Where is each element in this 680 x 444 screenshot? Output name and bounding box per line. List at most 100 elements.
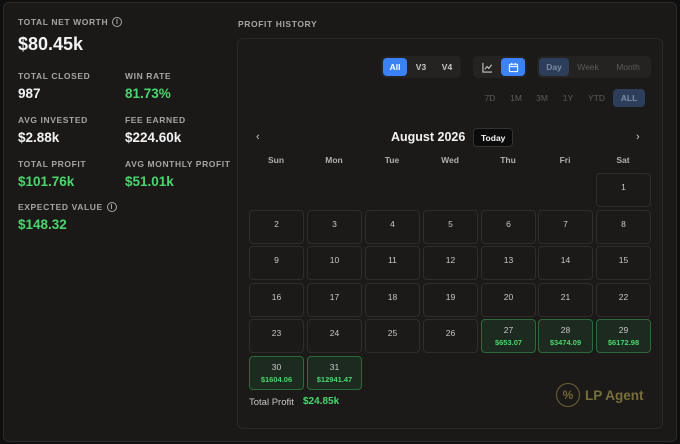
calendar-day[interactable]: 20 <box>481 283 536 317</box>
granularity-day[interactable]: Day <box>539 58 569 76</box>
next-month-icon[interactable]: › <box>636 131 640 143</box>
range-ytd[interactable]: YTD <box>582 89 611 107</box>
info-icon[interactable]: i <box>106 202 117 212</box>
day-number: 2 <box>274 219 279 229</box>
avg-invested-label: AVG INVESTED <box>18 115 88 125</box>
range-1m[interactable]: 1M <box>504 89 528 107</box>
calendar-day[interactable]: 6 <box>481 210 536 244</box>
granularity-month[interactable]: Month <box>607 58 649 76</box>
calendar-day[interactable]: 18 <box>365 283 420 317</box>
day-number: 8 <box>621 219 626 229</box>
calendar-day[interactable]: 25 <box>365 319 420 353</box>
calendar-day[interactable]: 7 <box>538 210 593 244</box>
calendar-day[interactable]: 5 <box>423 210 478 244</box>
calendar-day[interactable]: 10 <box>307 246 362 280</box>
calendar-day[interactable]: 3 <box>307 210 362 244</box>
calendar-day[interactable]: 1 <box>596 173 651 207</box>
total-profit-value: $101.76k <box>18 174 75 189</box>
day-number: 28 <box>560 325 571 335</box>
net-worth-label: TOTAL NET WORTH i <box>18 17 123 27</box>
filter-v3[interactable]: V3 <box>409 58 433 76</box>
day-number: 7 <box>563 219 568 229</box>
calendar-day[interactable]: 26 <box>423 319 478 353</box>
calendar-day[interactable]: 31 $12941.47 <box>307 356 362 390</box>
day-number: 23 <box>271 328 282 338</box>
total-closed-label: TOTAL CLOSED <box>18 71 91 81</box>
granularity-filter: Day Week Month <box>537 56 651 78</box>
calendar-day[interactable]: 24 <box>307 319 362 353</box>
day-number: 9 <box>274 255 279 265</box>
filter-v4[interactable]: V4 <box>435 58 459 76</box>
calendar-day[interactable]: 30 $1604.06 <box>249 356 304 390</box>
net-worth-value: $80.45k <box>18 34 84 54</box>
calendar-header: ‹ August 2026 Today › <box>248 128 652 148</box>
day-number: 3 <box>332 219 337 229</box>
day-number: 27 <box>503 325 514 335</box>
weekday-4: Thu <box>500 155 516 165</box>
calendar-day[interactable]: 19 <box>423 283 478 317</box>
chart-line-icon[interactable] <box>475 58 499 76</box>
calendar-day[interactable]: 12 <box>423 246 478 280</box>
calendar-day[interactable]: 22 <box>596 283 651 317</box>
total-profit-label: TOTAL PROFIT <box>18 159 87 169</box>
day-number: 31 <box>329 362 340 372</box>
version-filter: All V3 V4 <box>381 56 461 78</box>
range-3m[interactable]: 3M <box>530 89 554 107</box>
day-profit: $12941.47 <box>316 375 353 384</box>
weekday-0: Sun <box>267 155 285 165</box>
profit-history-title: PROFIT HISTORY <box>238 19 318 29</box>
calendar-day[interactable]: 29 $6172.98 <box>596 319 651 353</box>
brand-name: LP Agent <box>585 387 644 403</box>
brand-logo: % LP Agent <box>556 383 644 407</box>
calendar-icon[interactable] <box>501 58 525 76</box>
total-profit-footer-label: Total Profit <box>249 397 294 408</box>
range-1y[interactable]: 1Y <box>556 89 580 107</box>
day-number: 25 <box>387 328 398 338</box>
day-number: 29 <box>618 325 629 335</box>
calendar-day[interactable]: 17 <box>307 283 362 317</box>
filter-all[interactable]: All <box>383 58 407 76</box>
day-number: 12 <box>445 255 456 265</box>
range-all[interactable]: ALL <box>613 89 645 107</box>
calendar-day[interactable]: 9 <box>249 246 304 280</box>
expected-value-label: EXPECTED VALUE i <box>18 202 117 212</box>
calendar-day[interactable]: 11 <box>365 246 420 280</box>
prev-month-icon[interactable]: ‹ <box>256 131 260 143</box>
percent-icon: % <box>556 383 580 407</box>
calendar-day[interactable]: 4 <box>365 210 420 244</box>
calendar-day[interactable]: 27 $653.07 <box>481 319 536 353</box>
calendar-day[interactable]: 14 <box>538 246 593 280</box>
calendar-day[interactable]: 15 <box>596 246 651 280</box>
day-number: 14 <box>560 255 571 265</box>
day-number: 24 <box>329 328 340 338</box>
day-number: 22 <box>618 292 629 302</box>
calendar-day[interactable]: 21 <box>538 283 593 317</box>
fee-earned-value: $224.60k <box>125 130 182 145</box>
range-7d[interactable]: 7D <box>478 89 502 107</box>
calendar-day[interactable]: 2 <box>249 210 304 244</box>
calendar-day[interactable]: 13 <box>481 246 536 280</box>
calendar-day[interactable]: 23 <box>249 319 304 353</box>
range-filter: 7D 1M 3M 1Y YTD ALL <box>476 87 647 109</box>
day-number: 20 <box>503 292 514 302</box>
day-number: 10 <box>329 255 340 265</box>
fee-earned-label: FEE EARNED <box>125 115 186 125</box>
granularity-week[interactable]: Week <box>571 58 605 76</box>
calendar-day[interactable]: 28 $3474.09 <box>538 319 593 353</box>
calendar-day[interactable]: 16 <box>249 283 304 317</box>
calendar-day[interactable]: 8 <box>596 210 651 244</box>
total-closed-value: 987 <box>18 86 41 101</box>
info-icon[interactable]: i <box>112 17 123 27</box>
day-profit: $6172.98 <box>607 338 640 347</box>
month-label: August 2026 <box>391 130 466 144</box>
weekday-1: Mon <box>325 155 343 165</box>
day-number: 18 <box>387 292 398 302</box>
day-profit: $1604.06 <box>260 375 293 384</box>
avg-monthly-profit-value: $51.01k <box>125 174 174 189</box>
day-number: 21 <box>560 292 571 302</box>
today-button[interactable]: Today <box>473 128 514 147</box>
weekday-3: Wed <box>441 155 459 165</box>
day-number: 16 <box>271 292 282 302</box>
day-number: 1 <box>621 182 626 192</box>
win-rate-value: 81.73% <box>125 86 171 101</box>
